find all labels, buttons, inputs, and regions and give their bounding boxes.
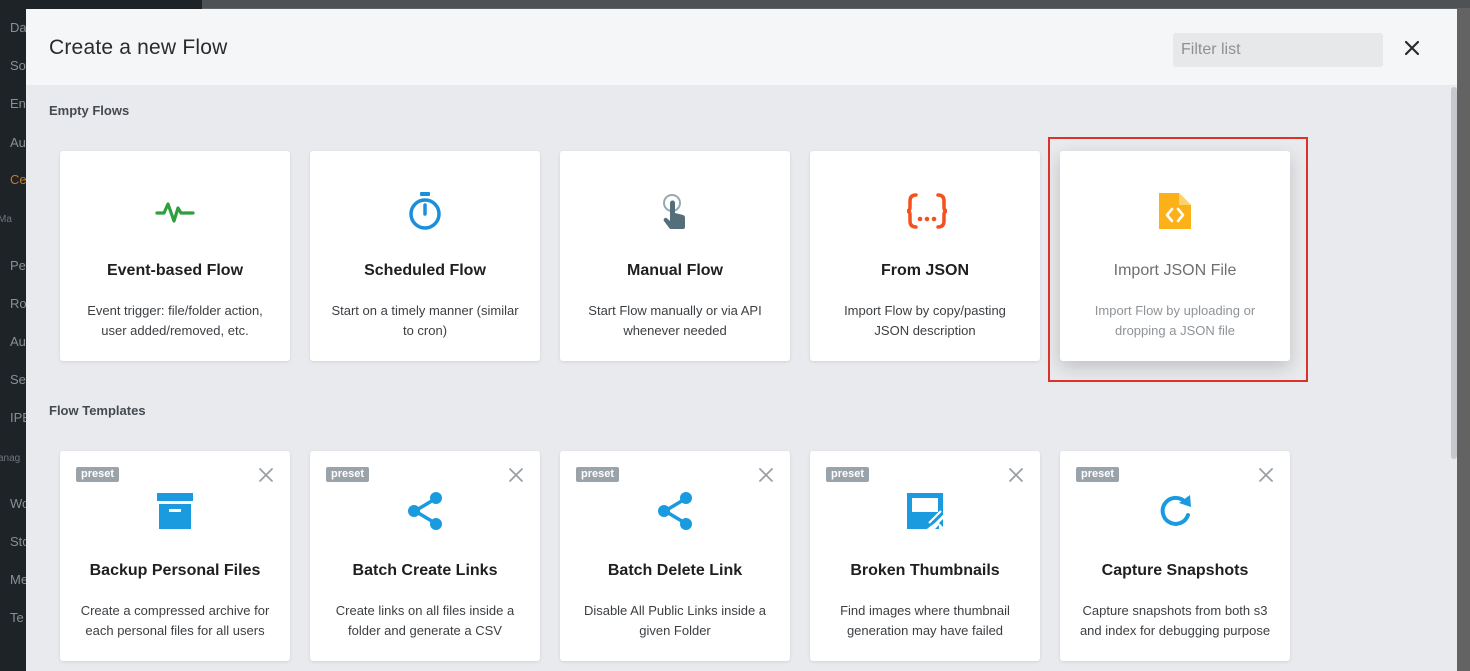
card-title: Broken Thumbnails xyxy=(850,562,1000,579)
card-title: Import JSON File xyxy=(1113,262,1237,279)
card-title: Batch Delete Link xyxy=(607,562,743,579)
template-card-broken-thumbnails[interactable]: preset Broken Thumbnails Find images where… xyxy=(810,451,1040,661)
template-card-backup-personal-files[interactable]: preset Backup Personal Files Create a comp… xyxy=(60,451,290,661)
flow-card-from-json[interactable]: From JSON Import Flow by copy/pasting JSO… xyxy=(810,151,1040,361)
flow-card-event-based-flow[interactable]: Event-based Flow Event trigger: file/fold… xyxy=(60,151,290,361)
close-icon[interactable] xyxy=(1400,36,1424,60)
stopwatch-icon xyxy=(405,191,445,231)
background-sidebar-item: Au xyxy=(10,334,26,349)
code-file-icon xyxy=(1155,191,1195,231)
card-description: Start Flow manually or via API whenever … xyxy=(588,303,762,338)
background-sidebar-item: Da xyxy=(10,20,27,35)
flow-card-import-json-file[interactable]: Import JSON File Import Flow by uploading… xyxy=(1060,151,1290,361)
card-description: Start on a timely manner (similar to cro… xyxy=(331,303,519,338)
template-card-batch-delete-link[interactable]: preset Batch Delete Link Disable All Publi… xyxy=(560,451,790,661)
preset-badge: preset xyxy=(76,467,120,482)
archive-box-icon xyxy=(155,491,195,531)
card-description: Event trigger: file/folder action, user … xyxy=(87,303,263,338)
flow-card-scheduled-flow[interactable]: Scheduled Flow Start on a timely manner (… xyxy=(310,151,540,361)
dialog-title: Create a new Flow xyxy=(49,36,228,59)
section-empty-flows: Empty Flows xyxy=(49,103,130,118)
card-description: Create links on all files inside a folde… xyxy=(335,603,515,638)
card-title: Manual Flow xyxy=(627,262,723,279)
card-title: Batch Create Links xyxy=(352,562,498,579)
template-card-capture-snapshots[interactable]: preset Capture Snapshots Capture snapshots… xyxy=(1060,451,1290,661)
remove-template-icon[interactable] xyxy=(508,467,524,483)
section-flow-templates: Flow Templates xyxy=(49,403,146,418)
share-icon xyxy=(405,491,445,531)
remove-template-icon[interactable] xyxy=(258,467,274,483)
dialog-header: Create a new Flow xyxy=(26,9,1457,85)
create-flow-dialog: Create a new Flow Empty Flows Flow Templ… xyxy=(26,9,1457,671)
preset-badge: preset xyxy=(1076,467,1120,482)
card-description: Import Flow by uploading or dropping a J… xyxy=(1094,303,1256,338)
remove-template-icon[interactable] xyxy=(1258,467,1274,483)
card-description: Create a compressed archive for each per… xyxy=(80,603,270,638)
card-description: Capture snapshots from both s3 and index… xyxy=(1079,603,1271,638)
card-description: Import Flow by copy/pasting JSON descrip… xyxy=(844,303,1006,338)
card-title: Event-based Flow xyxy=(106,262,244,279)
background-sidebar-item: So xyxy=(10,58,26,73)
broken-image-icon xyxy=(905,491,945,531)
background-sidebar-item: Ro xyxy=(10,296,27,311)
background-sidebar-item: Ce xyxy=(10,172,27,187)
background-topbar xyxy=(202,0,1470,8)
background-sidebar-item: Pe xyxy=(10,258,26,273)
flow-card-manual-flow[interactable]: Manual Flow Start Flow manually or via AP… xyxy=(560,151,790,361)
preset-badge: preset xyxy=(826,467,870,482)
refresh-icon xyxy=(1155,491,1195,531)
card-title: From JSON xyxy=(880,262,969,279)
touch-hand-icon xyxy=(655,191,695,231)
card-title: Backup Personal Files xyxy=(89,562,261,579)
card-title: Scheduled Flow xyxy=(364,262,486,279)
json-braces-icon xyxy=(905,191,948,231)
filter-list-input[interactable] xyxy=(1173,33,1383,67)
background-sidebar-item: Se xyxy=(10,372,26,387)
background-sidebar-item: Ma xyxy=(0,214,12,225)
card-description: Disable All Public Links inside a given … xyxy=(583,603,767,638)
background-sidebar-item: Te xyxy=(10,610,24,625)
activity-pulse-icon xyxy=(155,191,195,231)
background-sidebar-item: Au xyxy=(10,135,26,150)
background-sidebar-item: anag xyxy=(0,453,21,464)
preset-badge: preset xyxy=(576,467,620,482)
preset-badge: preset xyxy=(326,467,370,482)
remove-template-icon[interactable] xyxy=(1008,467,1024,483)
template-card-batch-create-links[interactable]: preset Batch Create Links Create links on … xyxy=(310,451,540,661)
share-icon xyxy=(655,491,695,531)
remove-template-icon[interactable] xyxy=(758,467,774,483)
card-description: Find images where thumbnail generation m… xyxy=(840,603,1010,638)
card-title: Capture Snapshots xyxy=(1101,562,1249,579)
background-sidebar-item: En xyxy=(10,96,26,111)
dialog-scrollbar[interactable] xyxy=(1451,87,1457,459)
